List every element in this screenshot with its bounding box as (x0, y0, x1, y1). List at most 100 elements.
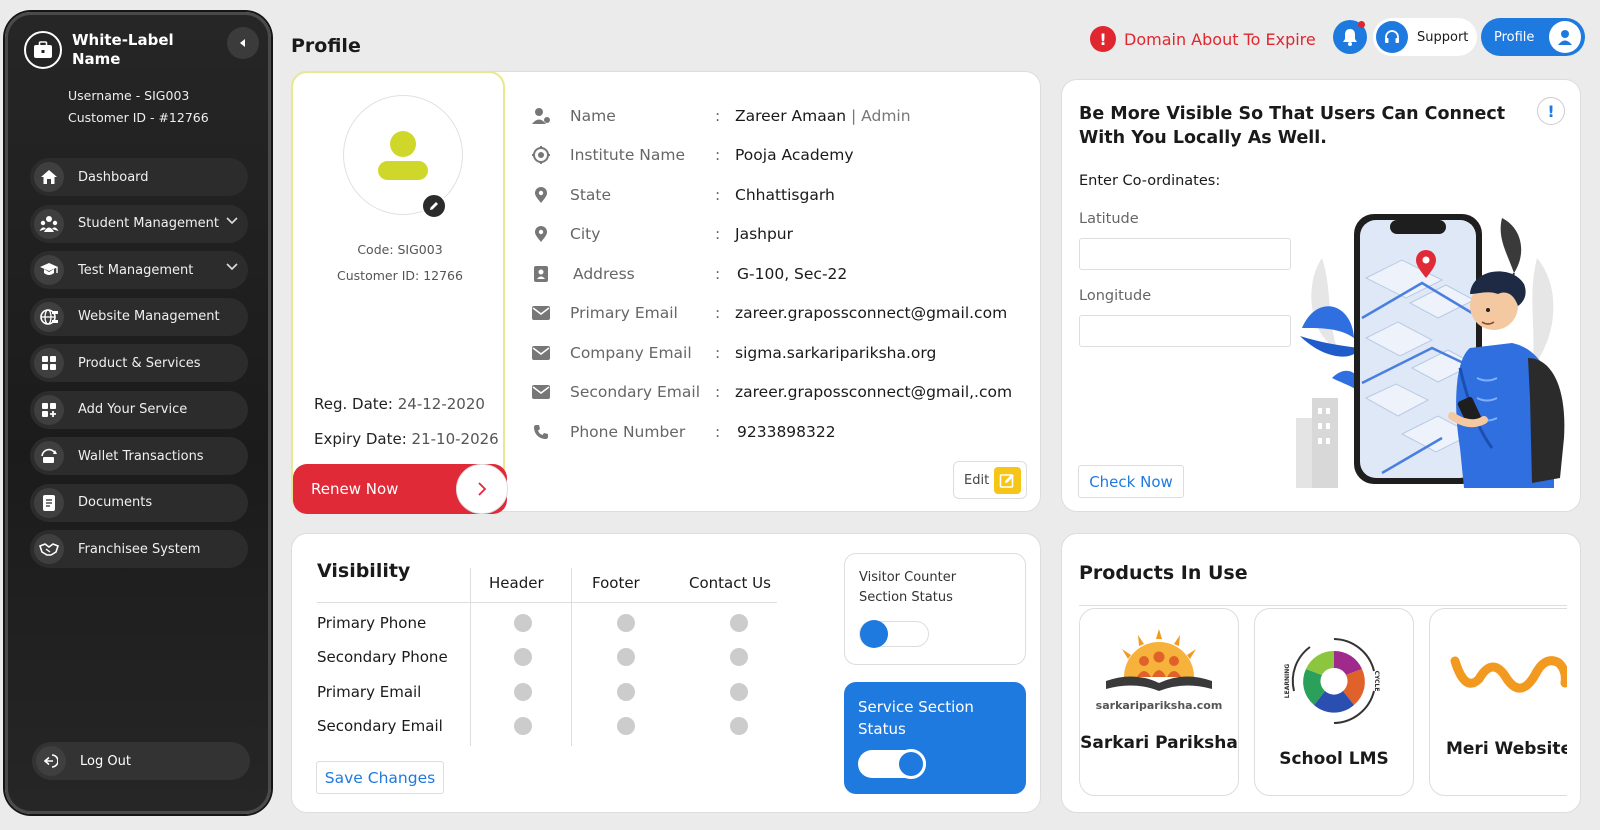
info-icon[interactable]: ! (1537, 97, 1565, 125)
info-value: Chhattisgarh (735, 185, 835, 204)
sidebar-item-test-management[interactable]: Test Management (30, 251, 248, 289)
info-row-phone: Phone Number : 9233898322 (530, 412, 1012, 452)
renew-label: Renew Now (311, 480, 399, 498)
separator: | (850, 106, 857, 125)
column-header: Contact Us (689, 574, 771, 592)
colon: : (715, 422, 721, 441)
info-value: zareer.grapossconnect@gmail,.com (735, 383, 1013, 402)
sidebar-item-label: Dashboard (78, 169, 149, 185)
headset-icon (1376, 21, 1408, 53)
toggle-knob (860, 620, 888, 648)
radio-primary-phone-contact[interactable] (730, 614, 748, 632)
product-card-school-lms[interactable]: CYCLE LEARNING School LMS (1254, 608, 1414, 796)
longitude-input[interactable] (1079, 315, 1291, 347)
phone-icon (530, 424, 552, 440)
sidebar-item-label: Add Your Service (78, 402, 188, 417)
radio-primary-phone-footer[interactable] (617, 614, 635, 632)
user-placeholder-icon (378, 131, 428, 180)
sidebar-item-student-management[interactable]: Student Management (30, 204, 248, 243)
save-changes-button[interactable]: Save Changes (316, 761, 444, 794)
visibility-row-label: Secondary Email (317, 717, 443, 735)
latitude-input[interactable] (1079, 238, 1291, 270)
radio-secondary-phone-contact[interactable] (730, 648, 748, 666)
info-value: sigma.sarkaripariksha.org (735, 343, 937, 362)
radio-secondary-phone-header[interactable] (514, 648, 532, 666)
sidebar-item-wallet-transactions[interactable]: Wallet Transactions (30, 437, 248, 475)
profile-summary: Code: SIG003 Customer ID: 12766 Reg. Dat… (291, 71, 508, 514)
colon: : (715, 304, 721, 323)
column-header: Footer (592, 574, 640, 592)
radio-secondary-email-footer[interactable] (617, 717, 635, 735)
logout-button[interactable]: Log Out (32, 742, 250, 780)
sidebar-item-franchisee-system[interactable]: Franchisee System (30, 530, 248, 568)
user-meta: Username - SIG003 Customer ID - #12766 (68, 85, 209, 129)
radio-secondary-email-contact[interactable] (730, 717, 748, 735)
product-card-meri-website[interactable]: Meri Website (1429, 608, 1567, 796)
sidebar-item-product-services[interactable]: Product & Services (30, 344, 248, 382)
brand: White-Label Name (24, 31, 212, 69)
wallet-icon (34, 441, 64, 471)
institute-icon (530, 145, 552, 165)
sidebar: White-Label Name Username - SIG003 Custo… (5, 12, 271, 814)
profile-button[interactable]: Profile (1481, 18, 1585, 56)
graduation-cap-icon (34, 255, 64, 285)
sarkari-logo-text: sarkaripariksha.com (1096, 699, 1223, 712)
profile-label: Profile (1494, 29, 1535, 45)
radio-primary-email-footer[interactable] (617, 683, 635, 701)
radio-primary-email-header[interactable] (514, 683, 532, 701)
document-icon (34, 487, 64, 518)
visitor-counter-toggle[interactable] (859, 620, 929, 648)
sidebar-item-dashboard[interactable]: Dashboard (30, 158, 248, 196)
info-row-primary-email: Primary Email : zareer.grapossconnect@gm… (530, 294, 1012, 334)
expiry-date-value: 21-10-2026 (411, 430, 499, 448)
add-grid-icon (34, 394, 64, 425)
user-icon (530, 107, 552, 125)
info-value: 9233898322 (737, 422, 836, 441)
username: Username - SIG003 (68, 88, 190, 103)
coordinates-card: Be More Visible So That Users Can Connec… (1061, 79, 1581, 512)
info-value: zareer.grapossconnect@gmail.com (735, 304, 1008, 323)
radio-primary-email-contact[interactable] (730, 683, 748, 701)
mail-icon (530, 306, 552, 321)
info-label: Institute Name (570, 146, 686, 165)
profile-customer-id: Customer ID: 12766 (337, 268, 463, 283)
role-value: Admin (861, 106, 911, 125)
radio-secondary-phone-footer[interactable] (617, 648, 635, 666)
caret-left-icon (240, 39, 245, 47)
colon: : (715, 343, 721, 362)
column-divider (571, 568, 572, 746)
edit-avatar-button[interactable] (421, 193, 447, 219)
reg-date-value: 24-12-2020 (397, 395, 485, 413)
radio-secondary-email-header[interactable] (514, 717, 532, 735)
sidebar-item-documents[interactable]: Documents (30, 483, 248, 522)
domain-expire-text: Domain About To Expire (1124, 29, 1316, 49)
product-name: Sarkari Pariksha (1080, 733, 1238, 753)
info-label: State (570, 185, 612, 204)
domain-expire-alert[interactable]: ! Domain About To Expire (1090, 26, 1316, 52)
colon: : (715, 146, 721, 165)
collapse-sidebar-button[interactable] (227, 27, 259, 59)
product-card-sarkari-pariksha[interactable]: sarkaripariksha.com Sarkari Pariksha (1079, 608, 1239, 796)
mail-icon (530, 385, 552, 400)
info-row-state: State : Chhattisgarh (530, 175, 1012, 215)
radio-primary-phone-header[interactable] (514, 614, 532, 632)
latitude-label: Latitude (1079, 211, 1139, 227)
sidebar-nav: Dashboard Student Management Test Manage… (30, 158, 248, 577)
notifications-button[interactable] (1333, 20, 1367, 54)
products-carousel[interactable]: sarkaripariksha.com Sarkari Pariksha CYC… (1079, 606, 1567, 798)
colon: : (715, 225, 721, 244)
visibility-row-label: Secondary Phone (317, 648, 448, 666)
sidebar-item-add-your-service[interactable]: Add Your Service (30, 390, 248, 429)
product-name: Meri Website (1445, 739, 1567, 759)
support-button[interactable]: Support (1373, 18, 1477, 56)
edit-profile-button[interactable]: Edit (953, 461, 1027, 499)
sidebar-item-website-management[interactable]: Website Management (30, 297, 248, 336)
toggle-knob (896, 749, 926, 779)
visibility-card: Visibility Header Footer Contact Us Prim… (291, 533, 1041, 813)
students-icon (34, 208, 64, 239)
renew-now-button[interactable]: Renew Now (293, 464, 508, 514)
reg-date-row: Reg. Date: 24-12-2020 (314, 387, 499, 422)
check-now-button[interactable]: Check Now (1078, 465, 1184, 498)
service-section-toggle[interactable] (858, 749, 926, 779)
name-value: Zareer Amaan (735, 106, 847, 125)
